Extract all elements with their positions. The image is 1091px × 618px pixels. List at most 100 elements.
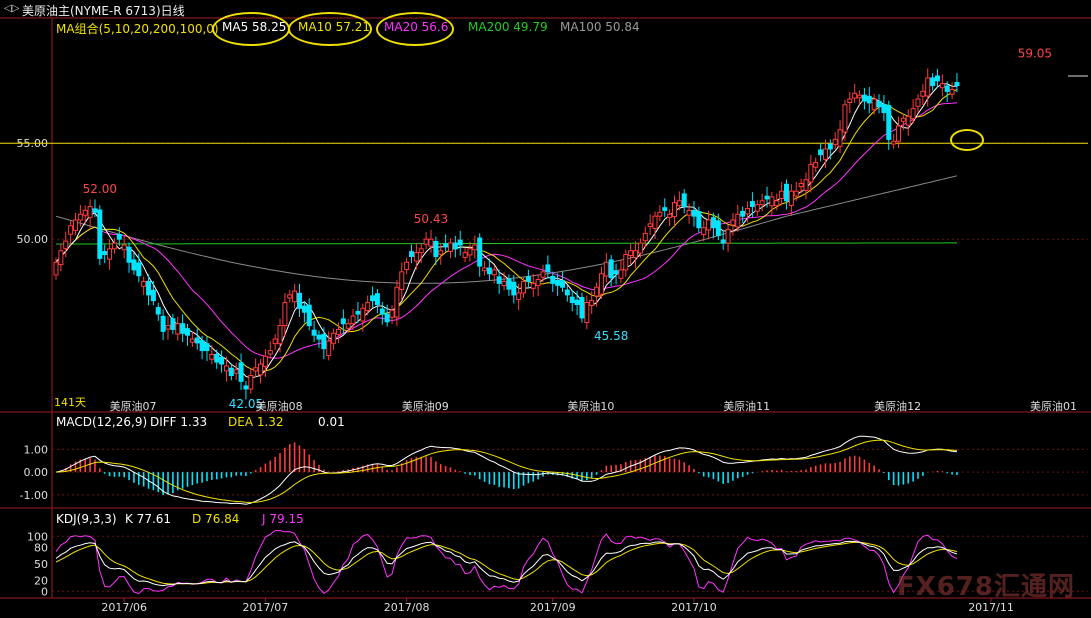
candle-up (598, 273, 604, 295)
candle-up (832, 138, 838, 145)
candle-down (477, 237, 483, 267)
candle-up (501, 280, 507, 287)
candle-up (282, 302, 288, 327)
candle-up (915, 98, 921, 107)
candle-down (92, 208, 98, 213)
macd-diff-line (55, 435, 958, 505)
candle-up (331, 332, 337, 344)
bar-count-label: 141天 (54, 396, 86, 409)
candle-up (262, 355, 268, 367)
candle-up (676, 200, 682, 207)
candle-up (847, 98, 853, 103)
macd-y-tick-label: 0.00 (24, 466, 49, 479)
candle-up (647, 223, 653, 228)
candle-down (340, 318, 346, 325)
candle-down (881, 103, 887, 113)
candle-down (574, 299, 580, 305)
candle-up (949, 88, 955, 95)
candle-up (652, 215, 658, 229)
candle-up (482, 267, 488, 272)
candle-up (774, 200, 780, 207)
candle-down (160, 315, 166, 332)
candle-down (355, 310, 361, 315)
candle-up (725, 229, 731, 244)
kdj-d-line (55, 541, 958, 585)
candle-down (102, 250, 108, 256)
candle-up (233, 369, 239, 374)
date-tick-label: 2017/10 (671, 601, 717, 614)
candle-up (53, 261, 59, 276)
candle-down (506, 278, 512, 290)
candle-up (516, 292, 522, 300)
candle-up (589, 300, 595, 306)
candle-up (842, 104, 848, 133)
candle-up (623, 254, 629, 271)
candle-down (97, 209, 103, 259)
kdj-legend-name: KDJ(9,3,3) (56, 512, 117, 526)
candle-down (818, 149, 824, 156)
candle-up (530, 282, 536, 289)
candle-down (384, 313, 390, 323)
candle-up (72, 219, 78, 231)
candle-up (759, 200, 765, 206)
candle-up (706, 219, 712, 231)
candle-down (452, 242, 458, 250)
candle-up (594, 286, 600, 297)
ma10-line (55, 88, 958, 373)
candle-down (496, 276, 502, 284)
candle-down (297, 292, 302, 309)
candle-up (223, 365, 229, 372)
kdj-y-tick-label: 50 (34, 558, 48, 571)
candle-down (204, 343, 210, 352)
kdj-k-line (55, 540, 958, 587)
candle-up (253, 367, 259, 372)
candle-down (720, 239, 726, 244)
candle-down (691, 209, 697, 217)
candle-up (394, 286, 400, 318)
candle-down (866, 95, 872, 104)
candle-down (321, 333, 327, 350)
candle-up (472, 244, 478, 251)
candle-up (399, 271, 405, 291)
price-y-tick-label: 50.00 (17, 233, 49, 246)
candle-down (316, 334, 322, 340)
candle-up (107, 248, 113, 260)
candle-up (618, 269, 624, 279)
candle-down (379, 308, 385, 315)
candle-down (243, 385, 249, 390)
candle-down (555, 279, 561, 286)
candle-down (662, 207, 668, 211)
candle-down (886, 105, 892, 140)
candle-up (798, 183, 804, 188)
candle-up (413, 252, 419, 262)
highlight-ring-ma20-touch (950, 129, 984, 151)
candle-down (861, 94, 867, 102)
candle-up (637, 242, 643, 254)
contract-label: 美原油08 (256, 399, 303, 413)
ma20-line (55, 102, 958, 359)
highlight-ring-ma10 (288, 12, 372, 46)
candle-down (696, 211, 702, 229)
candle-up (404, 261, 410, 271)
candle-up (779, 190, 785, 199)
candle-up (462, 252, 468, 258)
candle-up (603, 261, 609, 277)
candle-down (930, 77, 936, 87)
candle-up (175, 323, 181, 335)
macd-y-tick-label: -1.00 (20, 489, 48, 502)
price-annotation: 52.00 (83, 182, 117, 196)
date-tick-label: 2017/08 (384, 601, 430, 614)
candle-down (214, 353, 220, 363)
macd-value-legend: 0.01 (318, 415, 345, 429)
candle-up (277, 325, 283, 345)
kdj-j-legend: J 79.15 (262, 512, 304, 526)
candle-down (710, 217, 716, 229)
candle-up (857, 94, 863, 99)
candle-up (920, 90, 926, 97)
candle-down (443, 243, 449, 248)
candle-down (126, 246, 132, 263)
contract-label: 美原油07 (110, 399, 157, 413)
candle-down (579, 297, 585, 319)
kdj-y-tick-label: 80 (34, 541, 48, 554)
candle-down (764, 195, 770, 200)
